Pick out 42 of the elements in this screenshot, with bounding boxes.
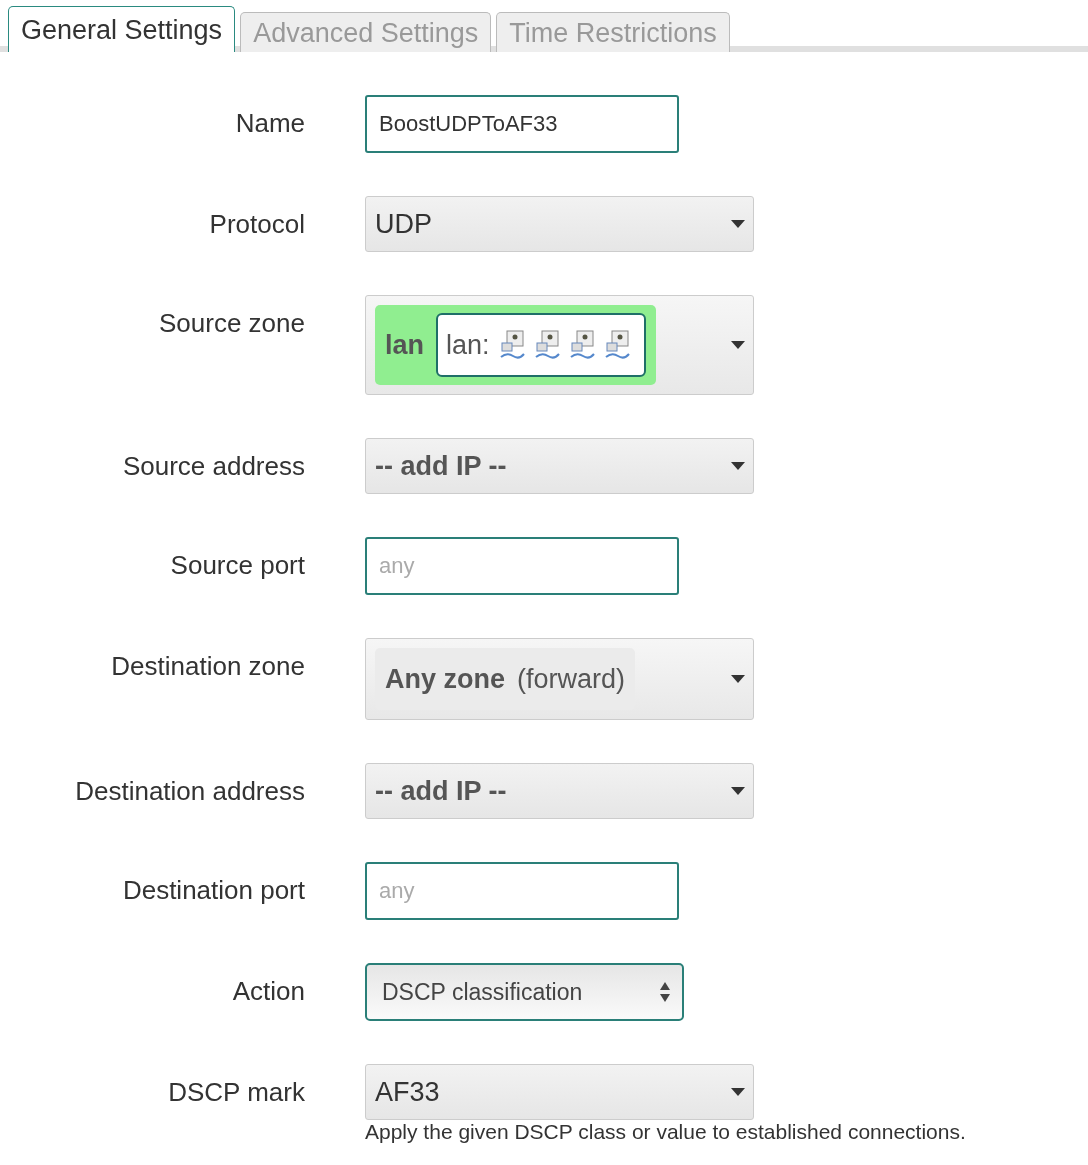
zone-name: Any zone: [385, 662, 505, 696]
caret-icon: [731, 220, 745, 228]
text-field[interactable]: any: [365, 537, 679, 595]
zone-direction: (forward): [517, 663, 626, 696]
network-port-icon: [498, 330, 525, 360]
field-label: Protocol: [208, 208, 305, 241]
tab[interactable]: General Settings: [8, 6, 236, 52]
field-label: Action: [231, 975, 305, 1008]
zone-name: lan: [385, 328, 424, 362]
text-field[interactable]: any: [365, 862, 679, 920]
dropdown[interactable]: AF33: [365, 1064, 754, 1120]
field-description: Apply the given DSCP class or value to established connections.: [365, 1120, 966, 1144]
dropdown-value: -- add IP --: [375, 774, 507, 808]
caret-icon: [731, 1088, 745, 1096]
field-label: Source port: [169, 549, 305, 582]
dropdown[interactable]: -- add IP --: [365, 438, 754, 494]
field-label: Source address: [121, 450, 305, 483]
dropdown[interactable]: -- add IP --: [365, 763, 754, 819]
field-label: Destination zone: [110, 650, 305, 683]
dropdown[interactable]: UDP: [365, 196, 754, 252]
select-box[interactable]: DSCP classification: [365, 963, 684, 1021]
select-value: DSCP classification: [382, 977, 583, 1007]
dropdown-value: AF33: [375, 1075, 440, 1109]
field-label: Source zone: [158, 307, 305, 340]
field-label: Destination address: [74, 775, 305, 808]
network-port-icon: [568, 330, 595, 360]
network-port-icon: [603, 330, 630, 360]
caret-icon: [731, 341, 745, 349]
field-label: DSCP mark: [167, 1076, 305, 1109]
caret-icon: [731, 787, 745, 795]
field-label: Destination port: [121, 874, 305, 907]
zone-dropdown[interactable]: Any zone (forward): [365, 638, 754, 720]
dropdown-value: UDP: [375, 207, 432, 241]
zone-label: lan:: [446, 328, 490, 362]
text-field[interactable]: BoostUDPToAF33: [365, 95, 679, 153]
zone-dropdown[interactable]: lan lan:: [365, 295, 754, 395]
dropdown-value: -- add IP --: [375, 449, 507, 483]
field-label: Name: [234, 107, 305, 140]
network-port-icon: [533, 330, 560, 360]
caret-icon: [731, 462, 745, 470]
up-down-arrows-icon: [660, 982, 670, 1002]
caret-icon: [731, 675, 745, 683]
